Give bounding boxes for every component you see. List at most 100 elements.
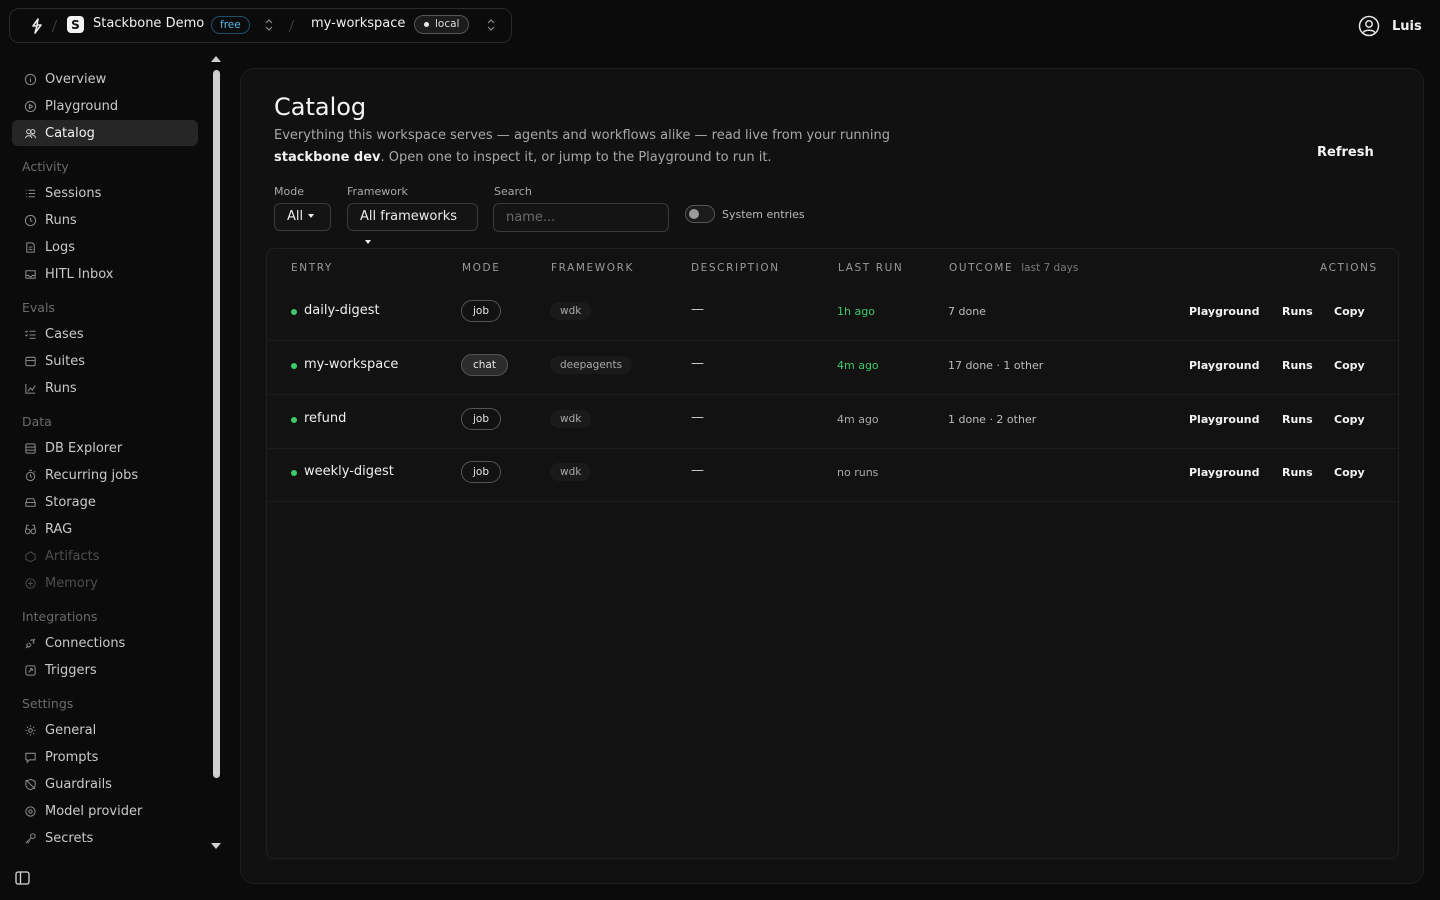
log-icon: [26, 241, 35, 253]
sidebar-item-suites[interactable]: Suites: [12, 348, 198, 374]
rag-icon: [24, 524, 37, 534]
sidebar-item-label: Playground: [45, 98, 119, 114]
entry-name[interactable]: refund: [304, 411, 346, 426]
sidebar-scroll-down-arrow[interactable]: [211, 843, 221, 849]
table-row[interactable]: weekly-digest job wdk — no runs Playgrou…: [267, 448, 1398, 502]
entry-description: —: [691, 463, 704, 478]
chart-icon: [25, 383, 36, 394]
nav-group-data: Data: [22, 414, 52, 429]
copy-button[interactable]: Copy: [1334, 305, 1365, 318]
system-entries-toggle[interactable]: [685, 205, 715, 223]
sidebar-item-model-provider[interactable]: Model provider: [12, 798, 198, 824]
chevron-down-icon: [308, 213, 315, 218]
runs-button[interactable]: Runs: [1282, 466, 1313, 479]
entry-name[interactable]: weekly-digest: [304, 464, 394, 479]
refresh-button[interactable]: Refresh: [1317, 145, 1374, 160]
clock-icon: [24, 214, 37, 226]
user-icon: [1358, 15, 1380, 37]
mode-select[interactable]: All: [274, 203, 331, 231]
timer-icon: [25, 469, 36, 481]
trigger-icon: [25, 664, 36, 676]
mode-badge: job: [461, 300, 502, 322]
copy-button[interactable]: Copy: [1334, 466, 1365, 479]
mode-badge: job: [461, 461, 502, 483]
artifact-icon: [25, 550, 36, 562]
playground-button[interactable]: Playground: [1189, 413, 1259, 426]
stackbone-logo-icon[interactable]: [27, 16, 47, 36]
top-bar: S Stackbone Demo free my-workspace local: [9, 8, 512, 43]
sidebar-item-label: Model provider: [45, 803, 143, 819]
framework-badge: wdk: [550, 410, 592, 428]
sidebar-item-prompts[interactable]: Prompts: [12, 744, 198, 770]
runs-button[interactable]: Runs: [1282, 359, 1313, 372]
entry-name[interactable]: daily-digest: [304, 303, 380, 318]
sidebar-item-storage[interactable]: Storage: [12, 489, 198, 515]
storage-icon: [25, 497, 36, 507]
sidebar-item-label: Memory: [45, 575, 98, 591]
sidebar-item-connections[interactable]: Connections: [12, 630, 198, 656]
database-icon: [25, 442, 36, 454]
page-description-text: . Open one to inspect it, or jump to the…: [380, 150, 772, 165]
user-name: Luis: [1392, 18, 1422, 34]
sidebar-item-eval-runs[interactable]: Runs: [12, 375, 198, 401]
entry-name[interactable]: my-workspace: [304, 357, 398, 372]
entry-description: —: [691, 356, 704, 371]
sidebar-item-secrets[interactable]: Secrets: [12, 825, 198, 851]
sidebar-item-logs[interactable]: Logs: [12, 234, 198, 260]
sidebar-item-guardrails[interactable]: Guardrails: [12, 771, 198, 797]
playground-button[interactable]: Playground: [1189, 466, 1259, 479]
sidebar-item-sessions[interactable]: Sessions: [12, 180, 198, 206]
sidebar-item-triggers[interactable]: Triggers: [12, 657, 198, 683]
toggle-knob: [689, 209, 699, 219]
message-icon: [25, 752, 36, 763]
entry-description: —: [691, 410, 704, 425]
table-row[interactable]: my-workspace chat deepagents — 4m ago 17…: [267, 341, 1398, 395]
table-row[interactable]: refund job wdk — 4m ago 1 done · 2 other…: [267, 395, 1398, 449]
framework-select[interactable]: All frameworks: [347, 203, 478, 244]
workspace-switcher-chevron-icon[interactable]: [486, 18, 496, 32]
sidebar-item-catalog[interactable]: Catalog: [12, 120, 198, 146]
org-switcher-chevron-icon[interactable]: [264, 18, 274, 32]
sidebar-item-recurring-jobs[interactable]: Recurring jobs: [12, 462, 198, 488]
sidebar-item-rag[interactable]: RAG: [12, 516, 198, 542]
last-run: 4m ago: [837, 413, 879, 426]
table-row[interactable]: daily-digest job wdk — 1h ago 7 done Pla…: [267, 287, 1398, 341]
nav-group-activity: Activity: [22, 159, 69, 174]
env-label: local: [435, 18, 460, 30]
playground-button[interactable]: Playground: [1189, 305, 1259, 318]
sidebar-item-label: Overview: [45, 71, 107, 87]
column-header-outcome: OUTCOME last 7 days: [949, 262, 1078, 274]
runs-button[interactable]: Runs: [1282, 305, 1313, 318]
framework-badge: wdk: [550, 463, 592, 481]
sidebar-item-label: Artifacts: [45, 548, 100, 564]
org-avatar[interactable]: S: [67, 16, 84, 33]
sidebar-scroll-up-arrow[interactable]: [211, 56, 221, 62]
playground-button[interactable]: Playground: [1189, 359, 1259, 372]
copy-button[interactable]: Copy: [1334, 413, 1365, 426]
sidebar-collapse-icon[interactable]: [15, 871, 30, 885]
sidebar-item-cases[interactable]: Cases: [12, 321, 198, 347]
entry-description: —: [691, 302, 704, 317]
runs-button[interactable]: Runs: [1282, 413, 1313, 426]
sidebar-item-label: HITL Inbox: [45, 266, 114, 282]
sidebar-item-db-explorer[interactable]: DB Explorer: [12, 435, 198, 461]
user-menu[interactable]: Luis: [1358, 15, 1422, 37]
catalog-icon: [24, 128, 37, 138]
sidebar-scrollbar[interactable]: [213, 70, 220, 778]
sidebar-item-label: Prompts: [45, 749, 99, 765]
copy-button[interactable]: Copy: [1334, 359, 1365, 372]
sidebar-item-playground[interactable]: Playground: [12, 93, 198, 119]
workspace-name[interactable]: my-workspace: [311, 16, 405, 31]
gear-icon: [25, 724, 36, 736]
framework-badge: wdk: [550, 302, 592, 320]
status-dot: [291, 470, 297, 476]
sidebar-item-hitl-inbox[interactable]: HITL Inbox: [12, 261, 198, 287]
sidebar-item-label: Logs: [45, 239, 75, 255]
org-name[interactable]: Stackbone Demo: [93, 16, 204, 31]
column-header-mode: MODE: [462, 262, 501, 274]
search-input[interactable]: [493, 203, 669, 232]
sidebar-item-general[interactable]: General: [12, 717, 198, 743]
sidebar-item-label: Catalog: [45, 125, 95, 141]
sidebar-item-overview[interactable]: Overview: [12, 66, 198, 92]
sidebar-item-runs[interactable]: Runs: [12, 207, 198, 233]
